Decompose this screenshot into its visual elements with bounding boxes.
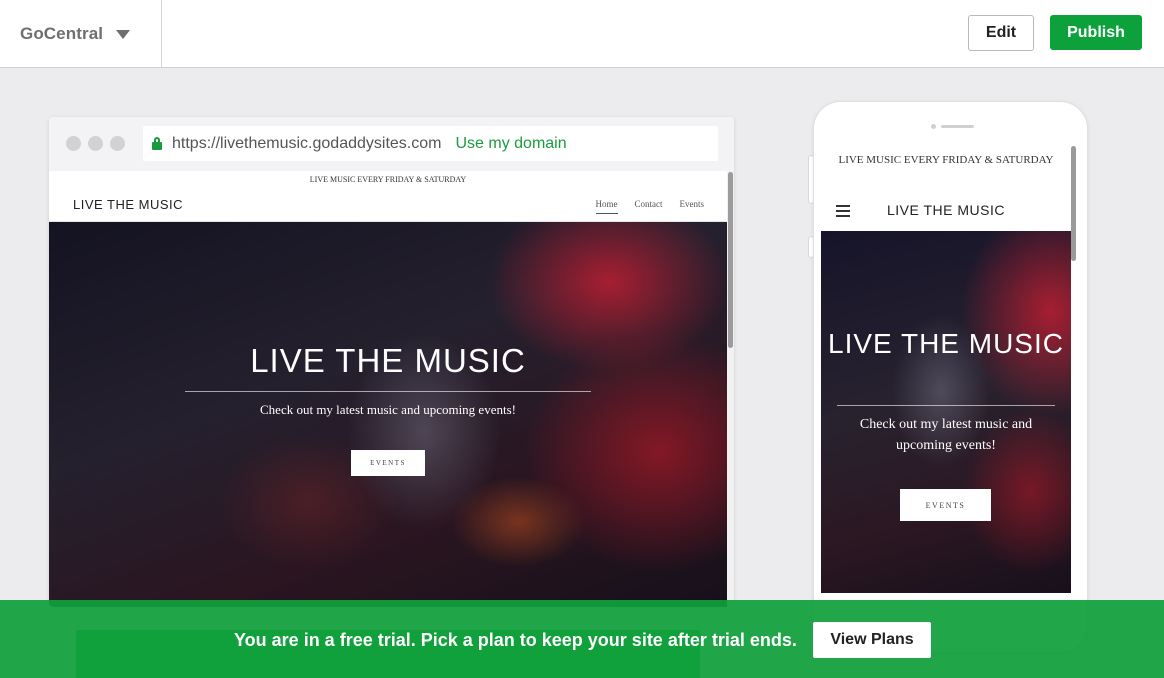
scrollbar-thumb[interactable] [1071, 146, 1076, 261]
edit-button[interactable]: Edit [968, 15, 1034, 51]
hero-title: LIVE THE MUSIC [250, 342, 526, 379]
site-nav: Home Contact Events [595, 199, 705, 214]
announcement-bar: LIVE MUSIC EVERY FRIDAY & SATURDAY [309, 175, 467, 184]
trial-message: You are in a free trial. Pick a plan to … [234, 630, 797, 650]
scrollbar-thumb[interactable] [728, 172, 733, 348]
mobile-events-button[interactable]: EVENTS [900, 489, 991, 521]
hero-section: LIVE THE MUSIC Check out my latest music… [49, 222, 727, 607]
desktop-scrollbar[interactable] [727, 171, 734, 607]
mobile-hero-section: LIVE THE MUSIC Check out my latest music… [821, 231, 1071, 593]
nav-item-contact[interactable]: Contact [635, 199, 663, 214]
publish-button[interactable]: Publish [1050, 15, 1142, 50]
site-preview: LIVE MUSIC EVERY FRIDAY & SATURDAY LIVE … [49, 171, 727, 607]
browser-chrome: https://livethemusic.godaddysites.com Us… [49, 117, 734, 171]
window-dot-icon [66, 136, 81, 151]
mobile-preview: LIVE MUSIC EVERY FRIDAY & SATURDAY LIVE … [813, 101, 1088, 653]
mobile-scrollbar[interactable] [1070, 146, 1077, 592]
mobile-announcement-bar: LIVE MUSIC EVERY FRIDAY & SATURDAY [838, 154, 1054, 166]
address-bar: https://livethemusic.godaddysites.com Us… [143, 126, 718, 161]
window-dot-icon [88, 136, 103, 151]
site-logo[interactable]: LIVE THE MUSIC [73, 197, 183, 212]
lock-icon [152, 137, 162, 150]
mobile-site-logo[interactable]: LIVE THE MUSIC [821, 202, 1071, 218]
brand-name: GoCentral [20, 23, 104, 43]
top-bar: GoCentral Edit Publish [0, 0, 1164, 68]
chevron-down-icon [116, 29, 131, 39]
nav-item-events[interactable]: Events [680, 199, 705, 214]
camera-icon [931, 124, 936, 129]
events-button[interactable]: EVENTS [351, 450, 425, 476]
desktop-preview: https://livethemusic.godaddysites.com Us… [49, 117, 734, 607]
free-trial-banner: You are in a free trial. Pick a plan to … [0, 600, 1164, 678]
mobile-hero-divider [837, 405, 1055, 406]
nav-item-home[interactable]: Home [595, 199, 618, 214]
view-plans-button[interactable]: View Plans [813, 622, 931, 658]
mobile-hero-title: LIVE THE MUSIC [828, 328, 1064, 359]
site-url: https://livethemusic.godaddysites.com [172, 134, 442, 152]
mobile-screen: LIVE MUSIC EVERY FRIDAY & SATURDAY LIVE … [821, 147, 1071, 593]
speaker-icon [941, 125, 974, 128]
window-dot-icon [110, 136, 125, 151]
hero-divider [185, 391, 591, 392]
use-my-domain-link[interactable]: Use my domain [455, 135, 566, 153]
brand-switcher[interactable]: GoCentral [0, 0, 162, 67]
mobile-hero-subtitle: Check out my latest music and upcoming e… [859, 417, 1033, 453]
hero-subtitle: Check out my latest music and upcoming e… [260, 402, 516, 417]
